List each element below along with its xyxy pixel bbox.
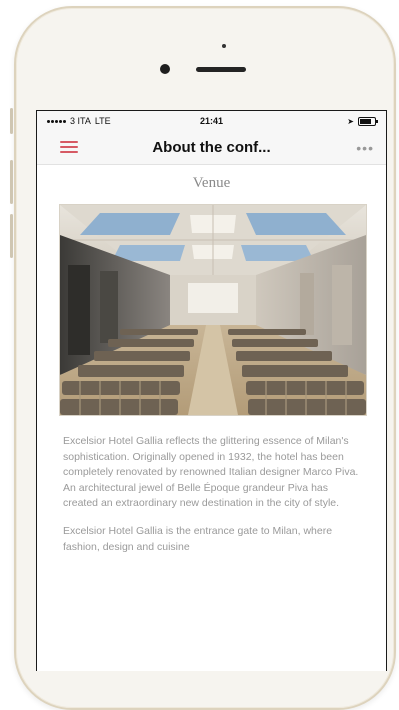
volume-down-button: [10, 214, 13, 258]
hamburger-menu-icon[interactable]: [60, 141, 78, 153]
navigation-bar: About the conf... •••: [37, 131, 386, 165]
more-options-icon[interactable]: •••: [356, 140, 374, 156]
status-right: ➤: [347, 116, 378, 126]
section-heading: Venue: [192, 175, 231, 191]
mute-switch: [10, 108, 13, 134]
earpiece-speaker: [196, 67, 246, 72]
location-icon: ➤: [347, 116, 354, 126]
venue-conference-room-image: [59, 204, 367, 416]
status-bar: 3 ITA LTE 21:41 ➤: [37, 111, 386, 131]
venue-description-paragraph: Excelsior Hotel Gallia is the entrance g…: [63, 524, 333, 553]
phone-screen: 3 ITA LTE 21:41 ➤ About the conf... ••• …: [36, 110, 387, 671]
battery-icon: [358, 116, 378, 126]
page-title: About the conf...: [152, 139, 271, 156]
volume-up-button: [10, 160, 13, 204]
sensor-dot: [222, 44, 226, 48]
main-content: Venue Excelsior Hotel Gallia reflects th…: [37, 175, 386, 555]
status-time: 21:41: [199, 116, 224, 126]
front-camera: [160, 64, 170, 74]
venue-description-paragraph: Excelsior Hotel Gallia reflects the glit…: [63, 435, 359, 510]
